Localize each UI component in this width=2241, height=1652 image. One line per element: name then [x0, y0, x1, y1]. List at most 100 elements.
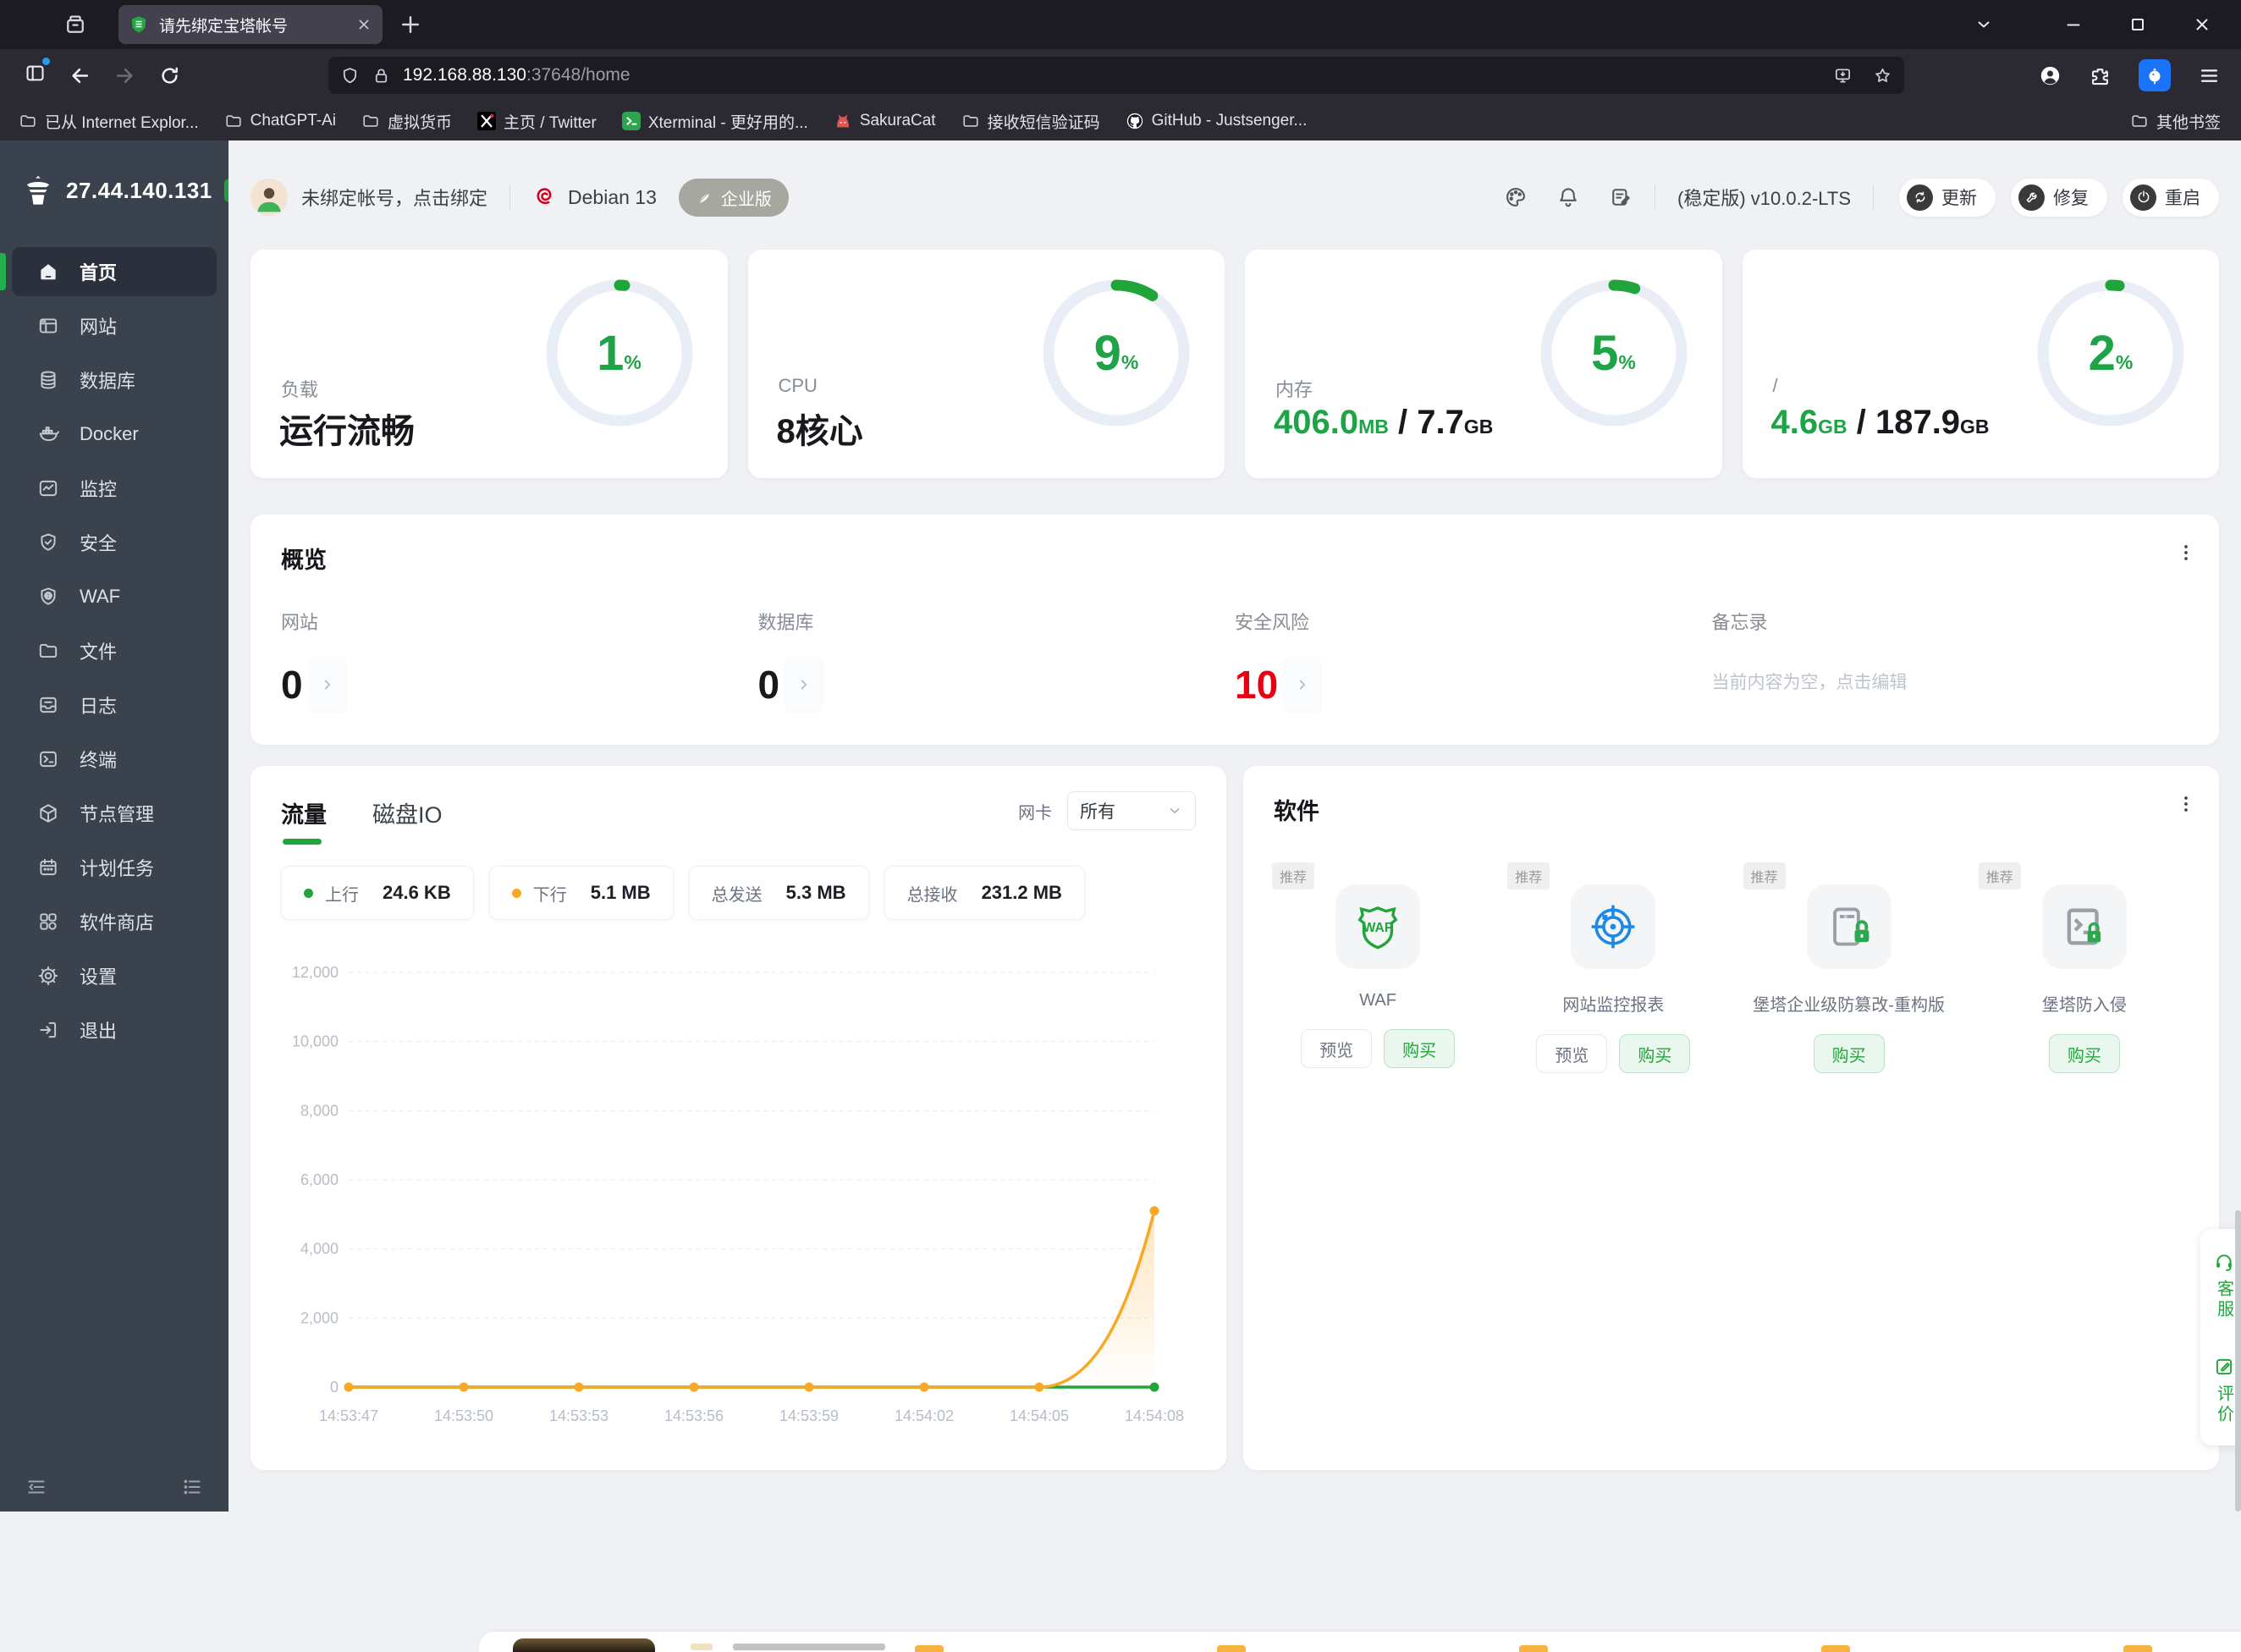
修复-button[interactable]: 修复: [2011, 178, 2107, 217]
window-maximize-icon[interactable]: [2128, 14, 2148, 35]
collapse-sidebar-icon[interactable]: [25, 1476, 47, 1498]
firefox-view-icon[interactable]: [63, 12, 88, 37]
kebab-menu-icon[interactable]: [2175, 793, 2197, 815]
overview-item-value: 10: [1235, 663, 1279, 707]
waf-icon: [37, 586, 59, 608]
bind-account-link[interactable]: 未绑定帐号，点击绑定: [301, 184, 487, 211]
sidebar-item-退出[interactable]: 退出: [12, 1005, 217, 1055]
buy-button[interactable]: 购买: [1813, 1034, 1885, 1073]
forward-icon[interactable]: [113, 64, 136, 87]
scrollbar-thumb[interactable]: [2235, 1210, 2241, 1512]
send-to-device-icon[interactable]: [1833, 66, 1853, 85]
panel-logo[interactable]: 27.44.140.131 5: [20, 173, 251, 208]
bookmark-star-icon[interactable]: [1873, 66, 1892, 85]
buy-button[interactable]: 购买: [1384, 1029, 1456, 1068]
更新-button[interactable]: 更新: [1899, 178, 1996, 217]
sidebar-item-软件商店[interactable]: 软件商店: [12, 897, 217, 946]
back-icon[interactable]: [69, 64, 91, 87]
bookmark-item[interactable]: 已从 Internet Explor...: [12, 107, 206, 136]
docker-icon: [37, 423, 59, 445]
sidebar-toggle-icon[interactable]: [24, 62, 47, 85]
chevron-right-button[interactable]: [785, 657, 824, 713]
window-close-icon[interactable]: [2192, 14, 2212, 35]
stat-label: CPU: [778, 375, 818, 396]
kebab-menu-icon[interactable]: [2175, 542, 2197, 564]
bookmark-item[interactable]: GitHub - Justsenger...: [1119, 108, 1314, 134]
recommend-badge: 推荐: [1743, 862, 1786, 889]
browser-tab[interactable]: 请先绑定宝塔帐号: [118, 5, 383, 44]
bookmark-item[interactable]: ChatGPT-Ai: [217, 108, 343, 134]
sidebar-item-日志[interactable]: 日志: [12, 680, 217, 730]
menu-hamburger-icon[interactable]: [2198, 64, 2221, 87]
pill-label: 上行: [325, 885, 359, 905]
sidebar-item-设置[interactable]: 设置: [12, 951, 217, 1000]
server-ip: 27.44.140.131: [66, 177, 212, 203]
sidebar-item-安全[interactable]: 安全: [12, 518, 217, 567]
sidebar-item-监控[interactable]: 监控: [12, 464, 217, 513]
server-lock-iconbox[interactable]: [1806, 884, 1891, 969]
tab-close-icon[interactable]: [355, 16, 372, 33]
sidebar-item-Docker[interactable]: Docker: [12, 410, 217, 459]
sidebar-item-label: 终端: [80, 750, 118, 771]
waf-shield-iconbox[interactable]: WAF: [1335, 884, 1421, 969]
bookmark-label: 接收短信验证码: [987, 113, 1100, 132]
account-icon[interactable]: [2039, 64, 2062, 87]
menu-list-icon[interactable]: [181, 1476, 203, 1498]
sidebar-item-网站[interactable]: 网站: [12, 301, 217, 350]
nic-select[interactable]: 所有: [1067, 791, 1196, 830]
site-monitor-iconbox[interactable]: [1571, 884, 1656, 969]
window-minimize-icon[interactable]: [2063, 14, 2084, 35]
chevron-right-button[interactable]: [1283, 657, 1323, 713]
waf-shield-icon: WAF: [1353, 902, 1402, 951]
sidebar-item-计划任务[interactable]: 计划任务: [12, 843, 217, 892]
buy-button[interactable]: 购买: [2048, 1034, 2120, 1073]
stat-card-内存[interactable]: 内存 406.0MB / 7.7GB 5%: [1245, 250, 1722, 478]
extensions-puzzle-icon[interactable]: [2089, 64, 2112, 87]
sidebar-item-终端[interactable]: 终端: [12, 735, 217, 784]
lock-icon[interactable]: [372, 66, 391, 85]
tab-list-chevron-icon[interactable]: [1974, 14, 1994, 35]
recommend-badge: 推荐: [1272, 862, 1315, 889]
sidebar-item-数据库[interactable]: 数据库: [12, 355, 217, 405]
tab-磁盘IO[interactable]: 磁盘IO: [372, 796, 443, 845]
traffic-pill-总发送: 总发送 5.3 MB: [688, 866, 869, 920]
new-tab-icon[interactable]: [398, 12, 423, 37]
tracking-shield-icon[interactable]: [340, 66, 360, 85]
buy-button[interactable]: 购买: [1619, 1034, 1691, 1073]
stat-card-负载[interactable]: 负载 运行流畅 1%: [251, 250, 728, 478]
bookmark-item[interactable]: 主页 / Twitter: [471, 107, 603, 136]
bird-icon: [2144, 64, 2166, 86]
bookmark-item[interactable]: Xterminal - 更好用的...: [615, 107, 815, 136]
sidebar-item-首页[interactable]: 首页: [0, 247, 217, 296]
translate-extension-icon[interactable]: [2139, 59, 2171, 91]
bookmark-label: SakuraCat: [859, 112, 936, 129]
stat-card-/[interactable]: / 4.6GB / 187.9GB 2%: [1742, 250, 2219, 478]
reload-icon[interactable]: [158, 64, 181, 87]
edition-badge[interactable]: 企业版: [678, 178, 789, 217]
terminal-lock-iconbox[interactable]: [2041, 884, 2127, 969]
url-bar[interactable]: 192.168.88.130:37648/home: [328, 57, 1904, 94]
bookmark-item[interactable]: 接收短信验证码: [955, 107, 1107, 136]
software-item-堡塔防入侵: 推荐 堡塔防入侵 购买: [1967, 861, 2202, 1073]
sidebar-item-节点管理[interactable]: 节点管理: [12, 789, 217, 838]
sidebar-item-WAF[interactable]: WAF: [12, 572, 217, 621]
sidebar-item-文件[interactable]: 文件: [12, 626, 217, 675]
preview-button[interactable]: 预览: [1301, 1029, 1373, 1068]
other-bookmarks[interactable]: 其他书签: [2123, 107, 2227, 136]
memo-placeholder[interactable]: 当前内容为空，点击编辑: [1712, 669, 2189, 694]
stat-card-CPU[interactable]: CPU 8核心 9%: [747, 250, 1225, 478]
tab-流量[interactable]: 流量: [281, 796, 327, 845]
avatar[interactable]: [251, 179, 288, 216]
usage-donut: 2%: [2024, 267, 2197, 439]
changelog-note-icon[interactable]: [1609, 185, 1633, 209]
settings-icon: [37, 965, 59, 987]
chevron-right-button[interactable]: [307, 657, 347, 713]
bookmark-item[interactable]: SakuraCat: [827, 108, 943, 134]
sidebar-item-label: 退出: [80, 1021, 118, 1042]
bell-icon[interactable]: [1556, 185, 1580, 209]
bookmark-item[interactable]: 虚拟货币: [355, 107, 459, 136]
重启-button[interactable]: 重启: [2123, 178, 2219, 217]
chevron-down-icon: [1166, 802, 1183, 819]
preview-button[interactable]: 预览: [1536, 1034, 1608, 1073]
theme-palette-icon[interactable]: [1504, 185, 1528, 209]
